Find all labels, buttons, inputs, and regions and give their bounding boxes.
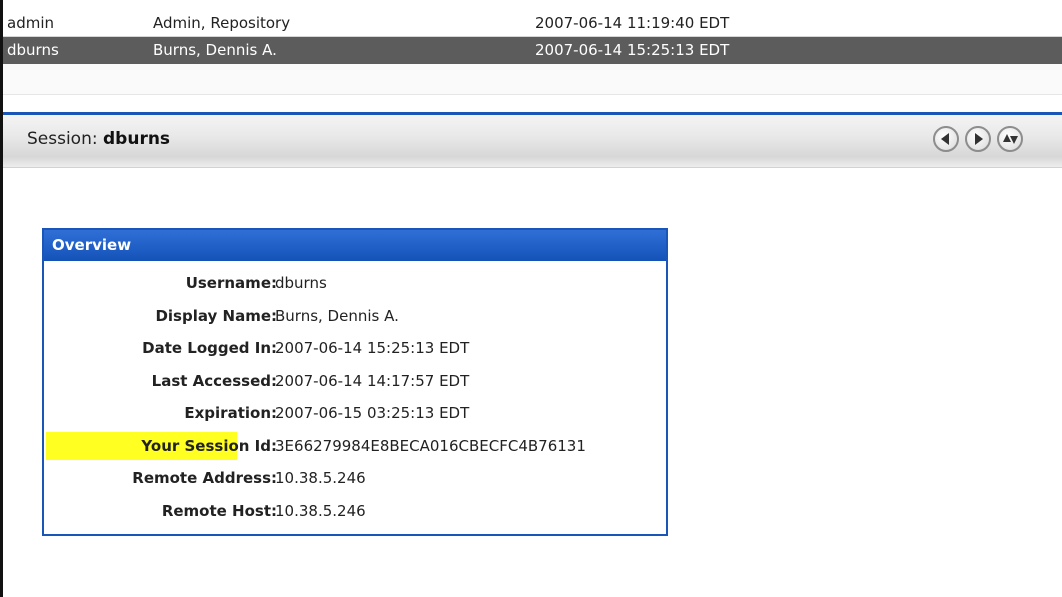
session-row[interactable]: admin Admin, Repository 2007-06-14 11:19… xyxy=(3,10,1062,37)
field-label-highlighted: Your Session Id: xyxy=(141,436,277,455)
display-name-cell: Admin, Repository xyxy=(153,14,291,32)
field-value: 2007-06-14 15:25:13 EDT xyxy=(275,339,470,357)
field-expiration: Expiration: 2007-06-15 03:25:13 EDT xyxy=(44,398,666,431)
field-value: 10.38.5.246 xyxy=(275,501,366,520)
toggle-button[interactable] xyxy=(997,126,1023,152)
session-list: admin Admin, Repository 2007-06-14 11:19… xyxy=(3,10,1062,95)
field-label: Display Name: xyxy=(155,306,277,325)
field-label: Remote Address: xyxy=(132,469,277,487)
session-row-selected[interactable]: dburns Burns, Dennis A. 2007-06-14 15:25… xyxy=(3,37,1062,64)
arrow-right-icon xyxy=(975,133,983,145)
field-last-accessed: Last Accessed: 2007-06-14 14:17:57 EDT xyxy=(44,366,666,399)
field-date-logged-in: Date Logged In: 2007-06-14 15:25:13 EDT xyxy=(44,333,666,366)
field-value: 3E66279984E8BECA016CBECFC4B76131 xyxy=(275,436,586,455)
overview-panel: Overview Username: dburns Display Name: … xyxy=(42,228,668,536)
overview-fields: Username: dburns Display Name: Burns, De… xyxy=(44,261,666,528)
date-cell: 2007-06-14 11:19:40 EDT xyxy=(535,14,730,32)
field-session-id: Your Session Id: 3E66279984E8BECA016CBEC… xyxy=(44,431,666,464)
field-display-name: Display Name: Burns, Dennis A. xyxy=(44,301,666,334)
overview-title: Overview xyxy=(44,230,666,261)
field-remote-address: Remote Address: 10.38.5.246 xyxy=(44,463,666,496)
display-name-cell: Burns, Dennis A. xyxy=(153,41,277,59)
session-name: dburns xyxy=(103,129,171,149)
field-value: 2007-06-14 14:17:57 EDT xyxy=(275,371,470,390)
field-username: Username: dburns xyxy=(44,268,666,301)
arrow-left-icon xyxy=(941,133,949,145)
date-cell: 2007-06-14 15:25:13 EDT xyxy=(535,41,730,59)
field-label: Expiration: xyxy=(184,404,277,422)
session-header: Session: dburns xyxy=(3,115,1062,168)
field-value: 10.38.5.246 xyxy=(275,469,366,487)
username-cell: admin xyxy=(7,14,54,32)
empty-row xyxy=(3,64,1062,95)
field-remote-host: Remote Host: 10.38.5.246 xyxy=(44,496,666,529)
session-title: Session: dburns xyxy=(27,129,170,149)
session-title-prefix: Session: xyxy=(27,129,103,149)
field-value: dburns xyxy=(275,274,327,292)
field-label: Username: xyxy=(185,274,277,292)
next-button[interactable] xyxy=(965,126,991,152)
field-label: Remote Host: xyxy=(161,501,277,520)
arrow-up-down-icon xyxy=(1003,134,1018,144)
field-label: Last Accessed: xyxy=(151,371,277,390)
previous-button[interactable] xyxy=(933,126,959,152)
field-value: Burns, Dennis A. xyxy=(275,306,399,325)
field-value: 2007-06-15 03:25:13 EDT xyxy=(275,404,470,422)
field-label: Date Logged In: xyxy=(142,339,277,357)
username-cell: dburns xyxy=(7,41,59,59)
